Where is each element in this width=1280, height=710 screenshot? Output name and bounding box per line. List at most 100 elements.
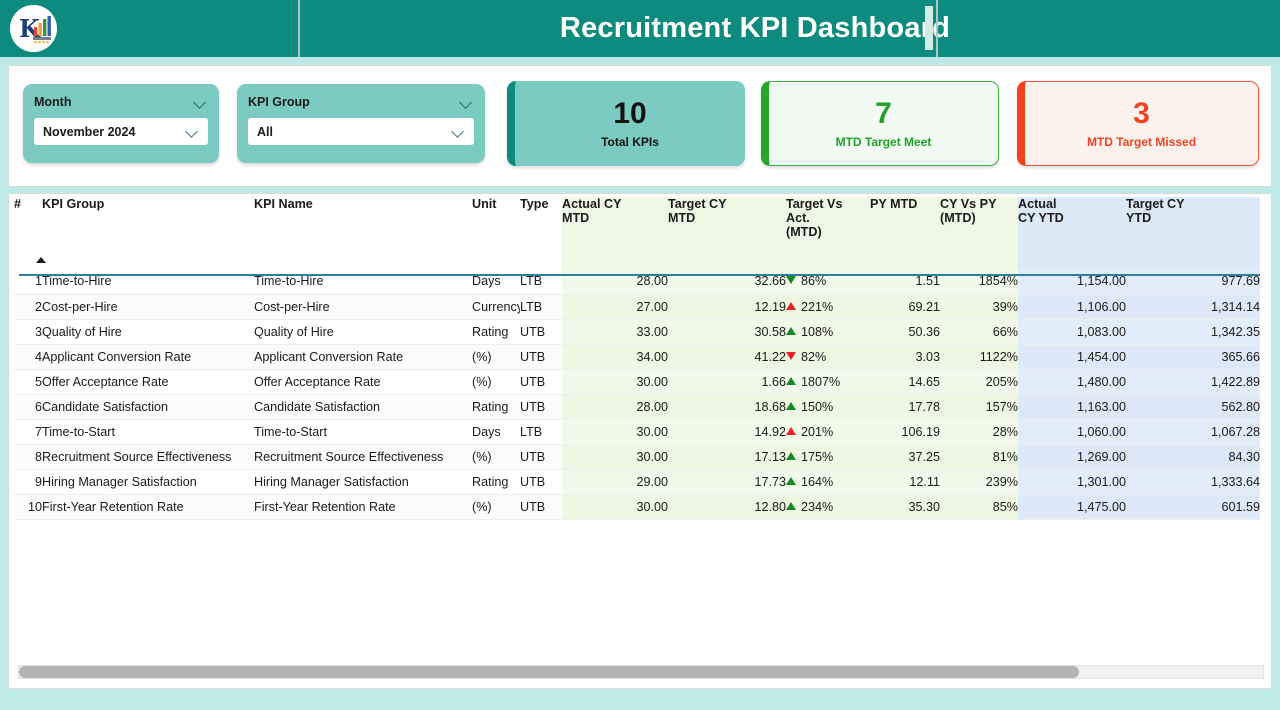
col-header-target-vs-act-mtd[interactable]: Target Vs Act. (MTD) xyxy=(786,197,870,269)
cell-unit: Rating xyxy=(472,394,520,420)
arrow-up-icon xyxy=(786,326,796,335)
cell-type: LTB xyxy=(520,269,562,295)
table-row[interactable]: 2 Cost-per-Hire Cost-per-Hire Currency LTB 27… xyxy=(14,294,1260,320)
horizontal-scrollbar[interactable] xyxy=(18,665,1264,679)
cell-target-cy-mtd: 12.19 xyxy=(668,294,786,320)
col-header-target-cy-mtd-line1: Target CY xyxy=(668,197,727,211)
cell-target-cy-mtd: 18.68 xyxy=(668,394,786,420)
cell-actual-cy-mtd: 27.00 xyxy=(562,294,668,320)
cell-kpi-group: Applicant Conversion Rate xyxy=(42,344,254,370)
cell-target-cy-ytd: 601.59 xyxy=(1126,494,1260,520)
arrow-up-icon xyxy=(786,451,796,460)
cell-target-vs-act-mtd: 150% xyxy=(786,394,870,420)
table-row[interactable]: 9 Hiring Manager Satisfaction Hiring Manag… xyxy=(14,469,1260,495)
table-row[interactable]: 3 Quality of Hire Quality of Hire Rating UTB… xyxy=(14,319,1260,345)
arrow-up-icon xyxy=(786,426,796,435)
col-header-tva-line3: (MTD) xyxy=(786,225,822,239)
cell-type: LTB xyxy=(520,419,562,445)
cell-actual-cy-ytd: 1,269.00 xyxy=(1018,444,1126,470)
col-header-target-cy-mtd[interactable]: Target CY MTD xyxy=(668,197,786,269)
dashboard-root: K Recruitment KPI Dashboard Month Novemb… xyxy=(0,0,1280,710)
table-row[interactable]: 8 Recruitment Source Effectiveness Recruit… xyxy=(14,444,1260,470)
cell-actual-cy-ytd: 1,301.00 xyxy=(1018,469,1126,495)
cell-actual-cy-mtd: 34.00 xyxy=(562,344,668,370)
arrow-down-icon xyxy=(786,276,796,285)
col-header-cy-vs-py-mtd[interactable]: CY Vs PY (MTD) xyxy=(940,197,1018,269)
target-vs-act-value: 234% xyxy=(801,499,834,514)
cell-kpi-name: Cost-per-Hire xyxy=(254,294,472,320)
cell-cy-vs-py-mtd: 81% xyxy=(940,444,1018,470)
title-zone: Recruitment KPI Dashboard xyxy=(300,0,1280,57)
cell-index: 9 xyxy=(14,469,42,495)
cell-cy-vs-py-mtd: 205% xyxy=(940,369,1018,395)
chevron-down-icon[interactable] xyxy=(185,127,200,136)
cell-unit: Currency xyxy=(472,294,520,320)
kpi-group-select[interactable]: All xyxy=(248,118,474,145)
cell-unit: (%) xyxy=(472,369,520,395)
cell-actual-cy-ytd: 1,083.00 xyxy=(1018,319,1126,345)
table-row[interactable]: 5 Offer Acceptance Rate Offer Acceptance R… xyxy=(14,369,1260,395)
table-row[interactable]: 1 Time-to-Hire Time-to-Hire Days LTB 28.00 32.… xyxy=(14,269,1260,295)
col-header-kpi-group[interactable]: KPI Group xyxy=(42,197,254,269)
kpi-logo: K xyxy=(10,5,57,52)
cell-kpi-name: Quality of Hire xyxy=(254,319,472,345)
cell-target-cy-mtd: 1.66 xyxy=(668,369,786,395)
mtd-target-missed-value: 3 xyxy=(1133,97,1150,131)
ascending-sort-arrow-icon[interactable] xyxy=(36,257,46,263)
cell-target-cy-ytd: 1,342.35 xyxy=(1126,319,1260,345)
chevron-down-icon[interactable] xyxy=(451,127,466,136)
col-header-py-mtd[interactable]: PY MTD xyxy=(870,197,940,269)
cell-target-vs-act-mtd: 175% xyxy=(786,444,870,470)
horizontal-scrollbar-thumb[interactable] xyxy=(19,666,1079,678)
cell-index: 2 xyxy=(14,294,42,320)
col-header-kpi-name[interactable]: KPI Name xyxy=(254,197,472,269)
cell-py-mtd: 37.25 xyxy=(870,444,940,470)
kpi-table-scroll-area[interactable]: # KPI Group KPI Name Unit Type Actual CY… xyxy=(14,197,1260,667)
month-filter-card[interactable]: Month November 2024 xyxy=(23,84,219,163)
cell-target-vs-act-mtd: 82% xyxy=(786,344,870,370)
cell-kpi-group: Recruitment Source Effectiveness xyxy=(42,444,254,470)
col-header-type[interactable]: Type xyxy=(520,197,562,269)
total-kpis-caption: Total KPIs xyxy=(601,134,659,149)
total-kpis-value: 10 xyxy=(613,97,647,131)
col-header-actual-cy-mtd[interactable]: Actual CY MTD xyxy=(562,197,668,269)
cell-cy-vs-py-mtd: 157% xyxy=(940,394,1018,420)
target-vs-act-value: 221% xyxy=(801,299,834,314)
target-vs-act-value: 108% xyxy=(801,324,834,339)
col-header-target-cy-ytd[interactable]: Target CY YTD xyxy=(1126,197,1260,269)
table-row[interactable]: 10 First-Year Retention Rate First-Year Re… xyxy=(14,494,1260,520)
target-vs-act-value: 164% xyxy=(801,474,834,489)
kpi-card-total-kpis[interactable]: 10 Total KPIs xyxy=(507,81,745,166)
col-header-target-ytd-line2: YTD xyxy=(1126,211,1152,225)
kpi-card-mtd-target-missed[interactable]: 3 MTD Target Missed xyxy=(1017,81,1259,166)
chevron-down-icon[interactable] xyxy=(459,98,474,107)
kpi-card-mtd-target-meet[interactable]: 7 MTD Target Meet xyxy=(761,81,999,166)
cell-cy-vs-py-mtd: 85% xyxy=(940,494,1018,520)
col-header-actual-cy-mtd-line1: Actual CY xyxy=(562,197,622,211)
cell-py-mtd: 1.51 xyxy=(870,269,940,295)
cell-target-cy-ytd: 1,333.64 xyxy=(1126,469,1260,495)
table-row[interactable]: 7 Time-to-Start Time-to-Start Days LTB 30.00 1… xyxy=(14,419,1260,445)
cell-actual-cy-mtd: 33.00 xyxy=(562,319,668,345)
table-row[interactable]: 6 Candidate Satisfaction Candidate Satisfa… xyxy=(14,394,1260,420)
month-select[interactable]: November 2024 xyxy=(34,118,208,145)
cell-target-cy-mtd: 32.66 xyxy=(668,269,786,295)
cell-target-cy-ytd: 365.66 xyxy=(1126,344,1260,370)
table-header-underline xyxy=(19,274,1260,276)
table-row[interactable]: 4 Applicant Conversion Rate Applicant Conv… xyxy=(14,344,1260,370)
arrow-up-icon xyxy=(786,501,796,510)
app-header: K Recruitment KPI Dashboard xyxy=(0,0,1280,57)
chevron-down-icon[interactable] xyxy=(193,98,208,107)
kpi-group-filter-card[interactable]: KPI Group All xyxy=(237,84,485,163)
cell-py-mtd: 35.30 xyxy=(870,494,940,520)
cell-target-cy-mtd: 41.22 xyxy=(668,344,786,370)
cell-py-mtd: 17.78 xyxy=(870,394,940,420)
cell-target-vs-act-mtd: 108% xyxy=(786,319,870,345)
target-vs-act-value: 1807% xyxy=(801,374,841,389)
col-header-actual-cy-ytd[interactable]: Actual CY YTD xyxy=(1018,197,1126,269)
col-header-unit[interactable]: Unit xyxy=(472,197,520,269)
cell-target-vs-act-mtd: 221% xyxy=(786,294,870,320)
cell-actual-cy-mtd: 30.00 xyxy=(562,494,668,520)
cell-kpi-name: Hiring Manager Satisfaction xyxy=(254,469,472,495)
filter-kpi-strip: Month November 2024 KPI Group All 10 Tot… xyxy=(8,65,1272,187)
